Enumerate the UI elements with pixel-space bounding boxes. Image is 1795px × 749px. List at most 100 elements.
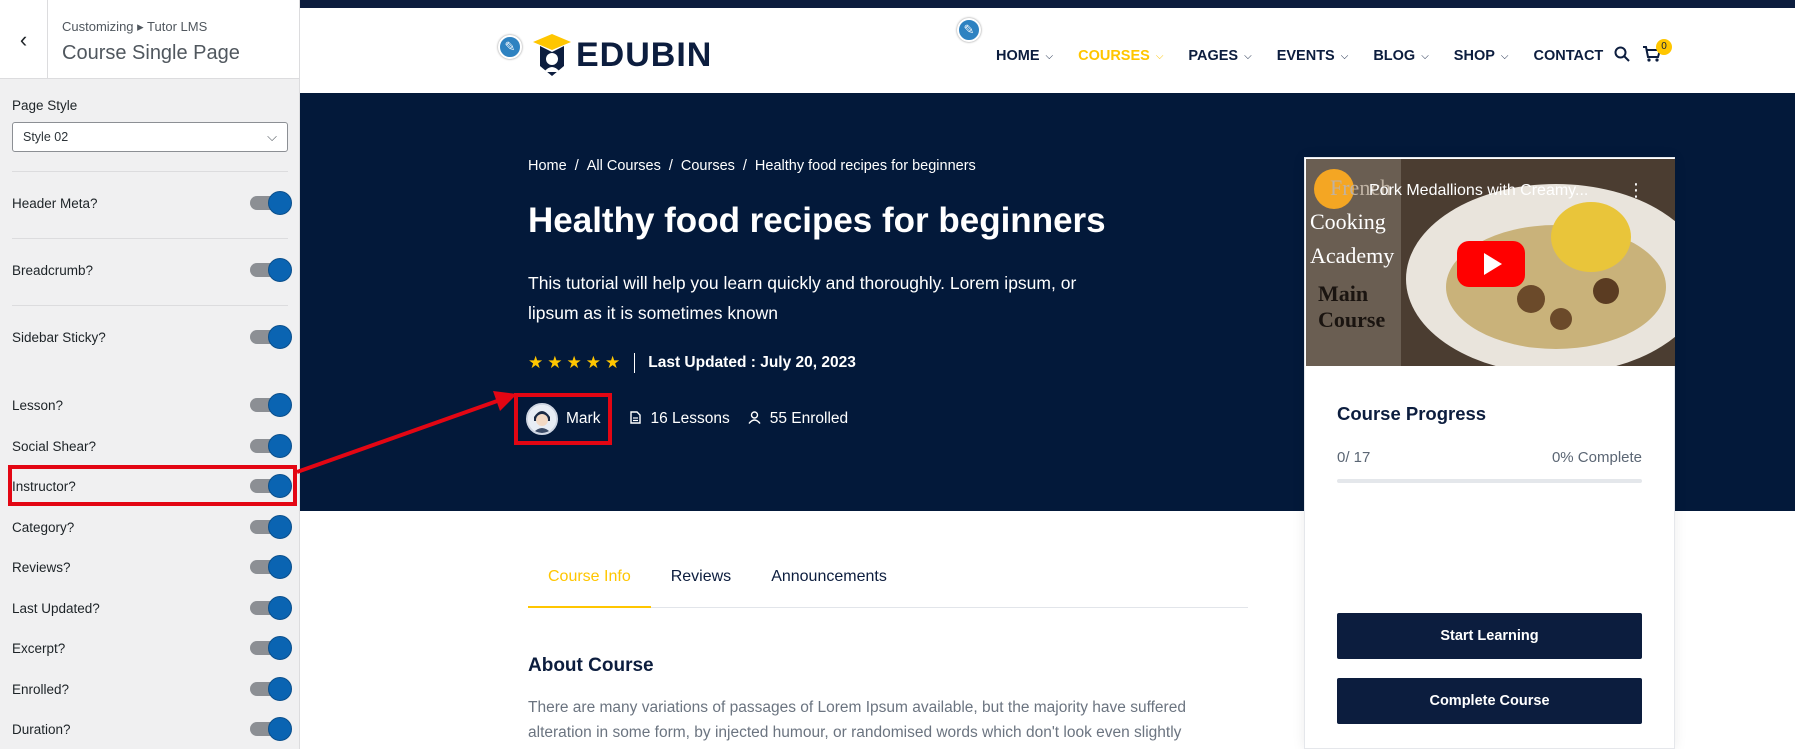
play-icon: [1484, 253, 1502, 275]
toggle-knob: [268, 325, 292, 349]
menu-item-shop[interactable]: SHOP ⌵: [1454, 48, 1509, 64]
course-tabs: Course Info Reviews Announcements: [528, 556, 1248, 608]
toggle-knob: [268, 596, 292, 620]
chevron-down-icon: ⌵: [1155, 50, 1164, 62]
toggle-label: Enrolled?: [12, 681, 70, 697]
play-button[interactable]: [1457, 241, 1525, 287]
customizer-breadcrumb: Customizing ▸ Tutor LMS: [62, 19, 208, 34]
toggle-label: Instructor?: [12, 478, 76, 494]
site-logo[interactable]: EDUBIN: [532, 32, 712, 78]
overlay-line: Main: [1318, 281, 1369, 306]
toggle-switch[interactable]: [250, 636, 292, 660]
breadcrumb-item[interactable]: All Courses: [587, 158, 661, 174]
instructor-name: Mark: [566, 410, 601, 427]
menu-item-courses[interactable]: COURSES ⌵: [1078, 48, 1163, 64]
toggle-row: Social Shear?: [12, 431, 292, 461]
toggle-switch[interactable]: [250, 515, 292, 539]
menu-item-events[interactable]: EVENTS ⌵: [1277, 48, 1349, 64]
course-meta: Mark 16 Lessons 55 Enrolled: [514, 393, 849, 445]
cart-count-badge: 0: [1656, 39, 1672, 55]
progress-bar: [1337, 479, 1642, 483]
menu-item-label: SHOP: [1453, 48, 1495, 64]
customizer-panel: ‹ Customizing ▸ Tutor LMS Course Single …: [0, 0, 300, 749]
menu-item-label: EVENTS: [1276, 48, 1335, 64]
toggle-label: Duration?: [12, 721, 71, 737]
chevron-down-icon: ⌵: [1421, 50, 1429, 62]
toggle-switch[interactable]: [250, 258, 292, 282]
lessons-count: 16 Lessons: [630, 410, 730, 428]
rating-stars: ★ ★ ★ ★ ★: [528, 353, 624, 373]
page-style-value: Style 02: [23, 130, 69, 144]
edit-pencil-icon[interactable]: ✎: [498, 35, 522, 59]
star-icon: ★: [585, 353, 601, 372]
chevron-down-icon: ⌵: [267, 129, 277, 144]
menu-item-pages[interactable]: PAGES ⌵: [1188, 48, 1251, 64]
instructor[interactable]: Mark: [514, 393, 613, 445]
breadcrumb-item: Healthy food recipes for beginners: [754, 158, 976, 174]
toggle-row: Sidebar Sticky?: [12, 322, 292, 352]
course-title: Healthy food recipes for beginners: [528, 201, 1106, 240]
search-icon[interactable]: [1614, 46, 1630, 67]
customizer-header: ‹ Customizing ▸ Tutor LMS Course Single …: [0, 0, 299, 79]
more-vertical-icon[interactable]: ⋮: [1627, 180, 1645, 201]
toggle-knob: [268, 434, 292, 458]
menu-item-label: CONTACT: [1533, 48, 1604, 64]
menu-item-label: HOME: [996, 48, 1040, 64]
tab-announcements[interactable]: Announcements: [751, 556, 907, 608]
menu-item-blog[interactable]: BLOG ⌵: [1373, 48, 1428, 64]
breadcrumb-separator: /: [668, 158, 673, 174]
menu-item-home[interactable]: HOME ⌵: [996, 48, 1053, 64]
star-icon: ★: [528, 353, 544, 372]
menu-item-contact[interactable]: CONTACT: [1533, 48, 1603, 64]
chevron-down-icon: ⌵: [1340, 50, 1349, 62]
site-header: ✎ EDUBIN ✎ HOME ⌵ COURSES ⌵ PAGES ⌵ EVENTS ⌵ BLO…: [300, 8, 1795, 93]
toggle-switch[interactable]: [250, 677, 292, 701]
back-button[interactable]: ‹: [0, 0, 48, 79]
last-updated: Last Updated : July 20, 2023: [648, 354, 856, 371]
user-icon: [748, 411, 761, 427]
toggle-switch[interactable]: [250, 555, 292, 579]
breadcrumb-item[interactable]: Courses: [681, 158, 735, 174]
toggle-knob: [268, 636, 292, 660]
breadcrumb-item[interactable]: Home: [528, 158, 567, 174]
toggle-row: Instructor?: [12, 471, 292, 501]
toggle-row: Breadcrumb?: [12, 255, 292, 285]
chevron-left-icon: ‹: [19, 26, 28, 52]
page-style-label: Page Style: [12, 98, 78, 113]
star-icon: ★: [547, 353, 563, 372]
overlay-line: Cooking: [1310, 209, 1386, 234]
breadcrumb-separator: /: [742, 158, 747, 174]
about-course-title: About Course: [528, 655, 654, 676]
progress-percent: 0% Complete: [1551, 449, 1642, 466]
course-video[interactable]: French Cooking Academy Main Course Pork …: [1306, 159, 1675, 366]
toggle-switch[interactable]: [250, 474, 292, 498]
toggle-knob: [268, 474, 292, 498]
toggle-switch[interactable]: [250, 393, 292, 417]
chevron-down-icon: ⌵: [1045, 50, 1054, 62]
toggle-switch[interactable]: [250, 191, 292, 215]
start-learning-button[interactable]: Start Learning: [1337, 613, 1642, 659]
course-rating: ★ ★ ★ ★ ★ Last Updated : July 20, 2023: [528, 353, 856, 373]
toggle-switch[interactable]: [250, 325, 292, 349]
tab-course-info[interactable]: Course Info: [528, 556, 651, 608]
toggle-switch[interactable]: [250, 434, 292, 458]
divider: [12, 171, 288, 172]
document-icon: [630, 411, 642, 427]
logo-text: EDUBIN: [576, 35, 713, 74]
toggle-switch[interactable]: [250, 596, 292, 620]
video-title[interactable]: Pork Medallions with Creamy...: [1369, 182, 1588, 200]
toggle-label: Lesson?: [12, 397, 64, 413]
complete-course-button[interactable]: Complete Course: [1337, 678, 1642, 724]
edit-pencil-icon[interactable]: ✎: [957, 18, 981, 42]
customizer-section-title: Course Single Page: [62, 42, 240, 64]
page-style-select[interactable]: Style 02 ⌵: [12, 122, 288, 152]
enrolled-label: 55 Enrolled: [769, 410, 849, 427]
divider: [12, 305, 288, 306]
toggle-switch[interactable]: [250, 717, 292, 741]
toggle-knob: [268, 555, 292, 579]
site-preview: ✎ EDUBIN ✎ HOME ⌵ COURSES ⌵ PAGES ⌵ EVENTS ⌵ BLO…: [300, 0, 1795, 749]
tab-reviews[interactable]: Reviews: [651, 556, 751, 608]
menu-item-label: PAGES: [1188, 48, 1239, 64]
toggle-row: Duration?: [12, 714, 292, 744]
overlay-line: Academy: [1310, 243, 1395, 268]
